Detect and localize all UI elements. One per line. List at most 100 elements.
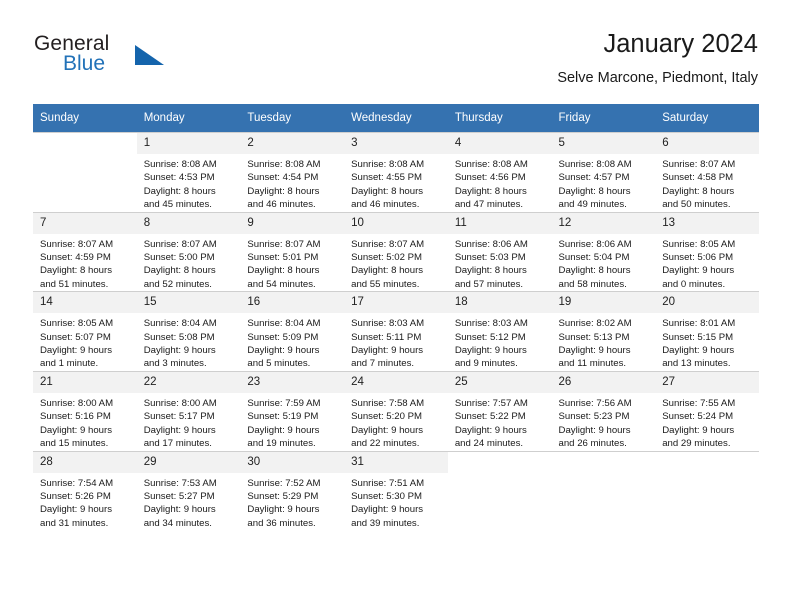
calendar-cell-empty <box>447 450 552 531</box>
day-sunrise-text: Sunrise: 8:00 AM <box>143 397 217 409</box>
day-details: Sunrise: 8:07 AM Sunset: 4:59 PM Daylight:… <box>33 234 137 292</box>
day-daylight-text: Daylight: 9 hours <box>40 504 112 516</box>
day-daylight-text: and 46 minutes. <box>351 199 420 211</box>
day-daylight-text: and 3 minutes. <box>143 358 207 370</box>
calendar-cell-empty <box>33 132 137 213</box>
calendar-day-cell[interactable]: 5 Sunrise: 8:08 AM Sunset: 4:57 PM Daylight… <box>551 132 656 213</box>
day-details: Sunrise: 8:00 AM Sunset: 5:17 PM Daylight:… <box>137 393 241 451</box>
day-details: Sunrise: 8:04 AM Sunset: 5:09 PM Daylight:… <box>240 313 344 371</box>
day-daylight-text: Daylight: 8 hours <box>454 265 527 277</box>
column-header-monday: Monday <box>136 104 241 133</box>
day-details: Sunrise: 8:03 AM Sunset: 5:11 PM Daylight:… <box>344 313 448 371</box>
calendar-day-cell[interactable]: 27 Sunrise: 7:55 AM Sunset: 5:24 PM Dayligh… <box>655 370 759 451</box>
column-header-wednesday: Wednesday <box>344 104 448 133</box>
day-number: 1 <box>136 133 241 154</box>
day-daylight-text: Daylight: 9 hours <box>454 345 527 357</box>
day-daylight-text: Daylight: 9 hours <box>247 504 320 516</box>
calendar-day-cell[interactable]: 14 Sunrise: 8:05 AM Sunset: 5:07 PM Dayligh… <box>33 291 137 372</box>
calendar-day-cell[interactable]: 25 Sunrise: 7:57 AM Sunset: 5:22 PM Dayligh… <box>447 370 552 451</box>
day-sunrise-text: Sunrise: 8:08 AM <box>351 159 425 170</box>
day-sunset-text: Sunset: 5:04 PM <box>558 252 630 264</box>
calendar-day-cell[interactable]: 28 Sunrise: 7:54 AM Sunset: 5:26 PM Dayligh… <box>33 450 137 531</box>
calendar-day-cell[interactable]: 30 Sunrise: 7:52 AM Sunset: 5:29 PM Dayligh… <box>240 450 345 531</box>
day-details: Sunrise: 7:54 AM Sunset: 5:26 PM Daylight:… <box>33 473 137 531</box>
day-daylight-text: Daylight: 9 hours <box>454 424 527 436</box>
day-daylight-text: and 24 minutes. <box>454 438 524 450</box>
day-number: 16 <box>240 292 345 314</box>
day-daylight-text: Daylight: 8 hours <box>558 265 631 277</box>
day-daylight-text: and 46 minutes. <box>247 199 316 211</box>
calendar-day-cell[interactable]: 26 Sunrise: 7:56 AM Sunset: 5:23 PM Dayligh… <box>551 370 656 451</box>
calendar-day-cell[interactable]: 31 Sunrise: 7:51 AM Sunset: 5:30 PM Dayligh… <box>344 450 448 531</box>
day-sunrise-text: Sunrise: 8:08 AM <box>558 159 632 170</box>
calendar-body: 1 Sunrise: 8:08 AM Sunset: 4:53 PM Daylight… <box>33 132 759 531</box>
day-daylight-text: and 36 minutes. <box>247 517 316 529</box>
day-daylight-text: and 9 minutes. <box>454 358 518 370</box>
day-daylight-text: Daylight: 9 hours <box>247 345 320 357</box>
day-daylight-text: and 54 minutes. <box>247 278 316 290</box>
general-blue-logo[interactable]: General Blue <box>34 32 204 88</box>
page-title: January 2024 <box>603 30 758 58</box>
day-daylight-text: Daylight: 8 hours <box>247 185 320 197</box>
calendar-day-cell[interactable]: 12 Sunrise: 8:06 AM Sunset: 5:04 PM Dayligh… <box>551 211 656 292</box>
column-header-thursday: Thursday <box>447 104 552 133</box>
calendar-day-cell[interactable]: 9 Sunrise: 8:07 AM Sunset: 5:01 PM Daylight… <box>240 211 345 292</box>
day-sunset-text: Sunset: 4:58 PM <box>662 172 734 184</box>
calendar-day-cell[interactable]: 2 Sunrise: 8:08 AM Sunset: 4:54 PM Daylight… <box>240 132 345 213</box>
day-daylight-text: and 58 minutes. <box>558 278 627 290</box>
day-details: Sunrise: 8:05 AM Sunset: 5:07 PM Daylight:… <box>33 313 137 371</box>
calendar-day-cell[interactable]: 3 Sunrise: 8:08 AM Sunset: 4:55 PM Daylight… <box>344 132 448 213</box>
calendar-header-row: Sunday Monday Tuesday Wednesday Thursday Frid… <box>33 104 759 133</box>
day-number: 22 <box>136 371 241 393</box>
calendar-day-cell[interactable]: 16 Sunrise: 8:04 AM Sunset: 5:09 PM Dayligh… <box>240 291 345 372</box>
day-number: 5 <box>551 133 656 154</box>
day-sunset-text: Sunset: 4:57 PM <box>558 172 630 184</box>
day-sunrise-text: Sunrise: 7:57 AM <box>454 397 528 409</box>
day-daylight-text: Daylight: 9 hours <box>558 345 631 357</box>
day-daylight-text: and 45 minutes. <box>143 199 212 211</box>
calendar-day-cell[interactable]: 7 Sunrise: 8:07 AM Sunset: 4:59 PM Daylight… <box>33 211 137 292</box>
day-number <box>33 133 137 154</box>
day-details: Sunrise: 7:53 AM Sunset: 5:27 PM Daylight:… <box>137 473 241 531</box>
day-sunset-text: Sunset: 5:00 PM <box>143 252 215 264</box>
calendar-day-cell[interactable]: 23 Sunrise: 7:59 AM Sunset: 5:19 PM Dayligh… <box>240 370 345 451</box>
day-sunset-text: Sunset: 5:17 PM <box>143 411 215 423</box>
calendar-day-cell[interactable]: 18 Sunrise: 8:03 AM Sunset: 5:12 PM Dayligh… <box>447 291 552 372</box>
calendar-day-cell[interactable]: 10 Sunrise: 8:07 AM Sunset: 5:02 PM Dayligh… <box>344 211 448 292</box>
calendar-day-cell[interactable]: 15 Sunrise: 8:04 AM Sunset: 5:08 PM Dayligh… <box>136 291 241 372</box>
calendar-day-cell[interactable]: 29 Sunrise: 7:53 AM Sunset: 5:27 PM Dayligh… <box>136 450 241 531</box>
calendar-day-cell[interactable]: 8 Sunrise: 8:07 AM Sunset: 5:00 PM Daylight… <box>136 211 241 292</box>
day-details: Sunrise: 7:55 AM Sunset: 5:24 PM Daylight:… <box>655 393 759 451</box>
day-number: 20 <box>655 292 759 314</box>
day-sunrise-text: Sunrise: 8:07 AM <box>247 238 321 250</box>
calendar-cell-empty <box>551 450 656 531</box>
calendar-day-cell[interactable]: 4 Sunrise: 8:08 AM Sunset: 4:56 PM Daylight… <box>447 132 552 213</box>
day-number: 26 <box>551 371 656 393</box>
calendar-day-cell[interactable]: 13 Sunrise: 8:05 AM Sunset: 5:06 PM Dayligh… <box>655 211 759 292</box>
title-block: January 2024 Selve Marcone, Piedmont, It… <box>557 28 758 89</box>
day-daylight-text: Daylight: 9 hours <box>247 424 320 436</box>
day-sunrise-text: Sunrise: 8:08 AM <box>247 159 321 170</box>
day-daylight-text: and 7 minutes. <box>351 358 415 370</box>
day-sunrise-text: Sunrise: 7:56 AM <box>558 397 632 409</box>
calendar-day-cell[interactable]: 17 Sunrise: 8:03 AM Sunset: 5:11 PM Dayligh… <box>344 291 448 372</box>
calendar-day-cell[interactable]: 21 Sunrise: 8:00 AM Sunset: 5:16 PM Dayligh… <box>33 370 137 451</box>
day-sunset-text: Sunset: 5:08 PM <box>143 331 215 343</box>
day-daylight-text: and 22 minutes. <box>351 438 420 450</box>
day-sunset-text: Sunset: 5:16 PM <box>40 411 111 423</box>
calendar-cell-empty <box>655 450 759 531</box>
calendar-day-cell[interactable]: 20 Sunrise: 8:01 AM Sunset: 5:15 PM Dayligh… <box>655 291 759 372</box>
calendar-day-cell[interactable]: 22 Sunrise: 8:00 AM Sunset: 5:17 PM Dayligh… <box>136 370 241 451</box>
calendar-day-cell[interactable]: 6 Sunrise: 8:07 AM Sunset: 4:58 PM Daylight… <box>655 132 759 213</box>
day-sunrise-text: Sunrise: 8:07 AM <box>143 238 217 250</box>
day-sunset-text: Sunset: 5:19 PM <box>247 411 319 423</box>
calendar-day-cell[interactable]: 24 Sunrise: 7:58 AM Sunset: 5:20 PM Dayligh… <box>344 370 448 451</box>
calendar-day-cell[interactable]: 19 Sunrise: 8:02 AM Sunset: 5:13 PM Dayligh… <box>551 291 656 372</box>
day-sunrise-text: Sunrise: 7:51 AM <box>351 477 425 489</box>
day-sunrise-text: Sunrise: 7:54 AM <box>40 477 114 489</box>
day-daylight-text: and 39 minutes. <box>351 517 420 529</box>
calendar-day-cell[interactable]: 11 Sunrise: 8:06 AM Sunset: 5:03 PM Dayligh… <box>447 211 552 292</box>
column-header-tuesday: Tuesday <box>240 104 345 133</box>
calendar-day-cell[interactable]: 1 Sunrise: 8:08 AM Sunset: 4:53 PM Daylight… <box>136 132 241 213</box>
day-daylight-text: and 11 minutes. <box>558 358 627 370</box>
